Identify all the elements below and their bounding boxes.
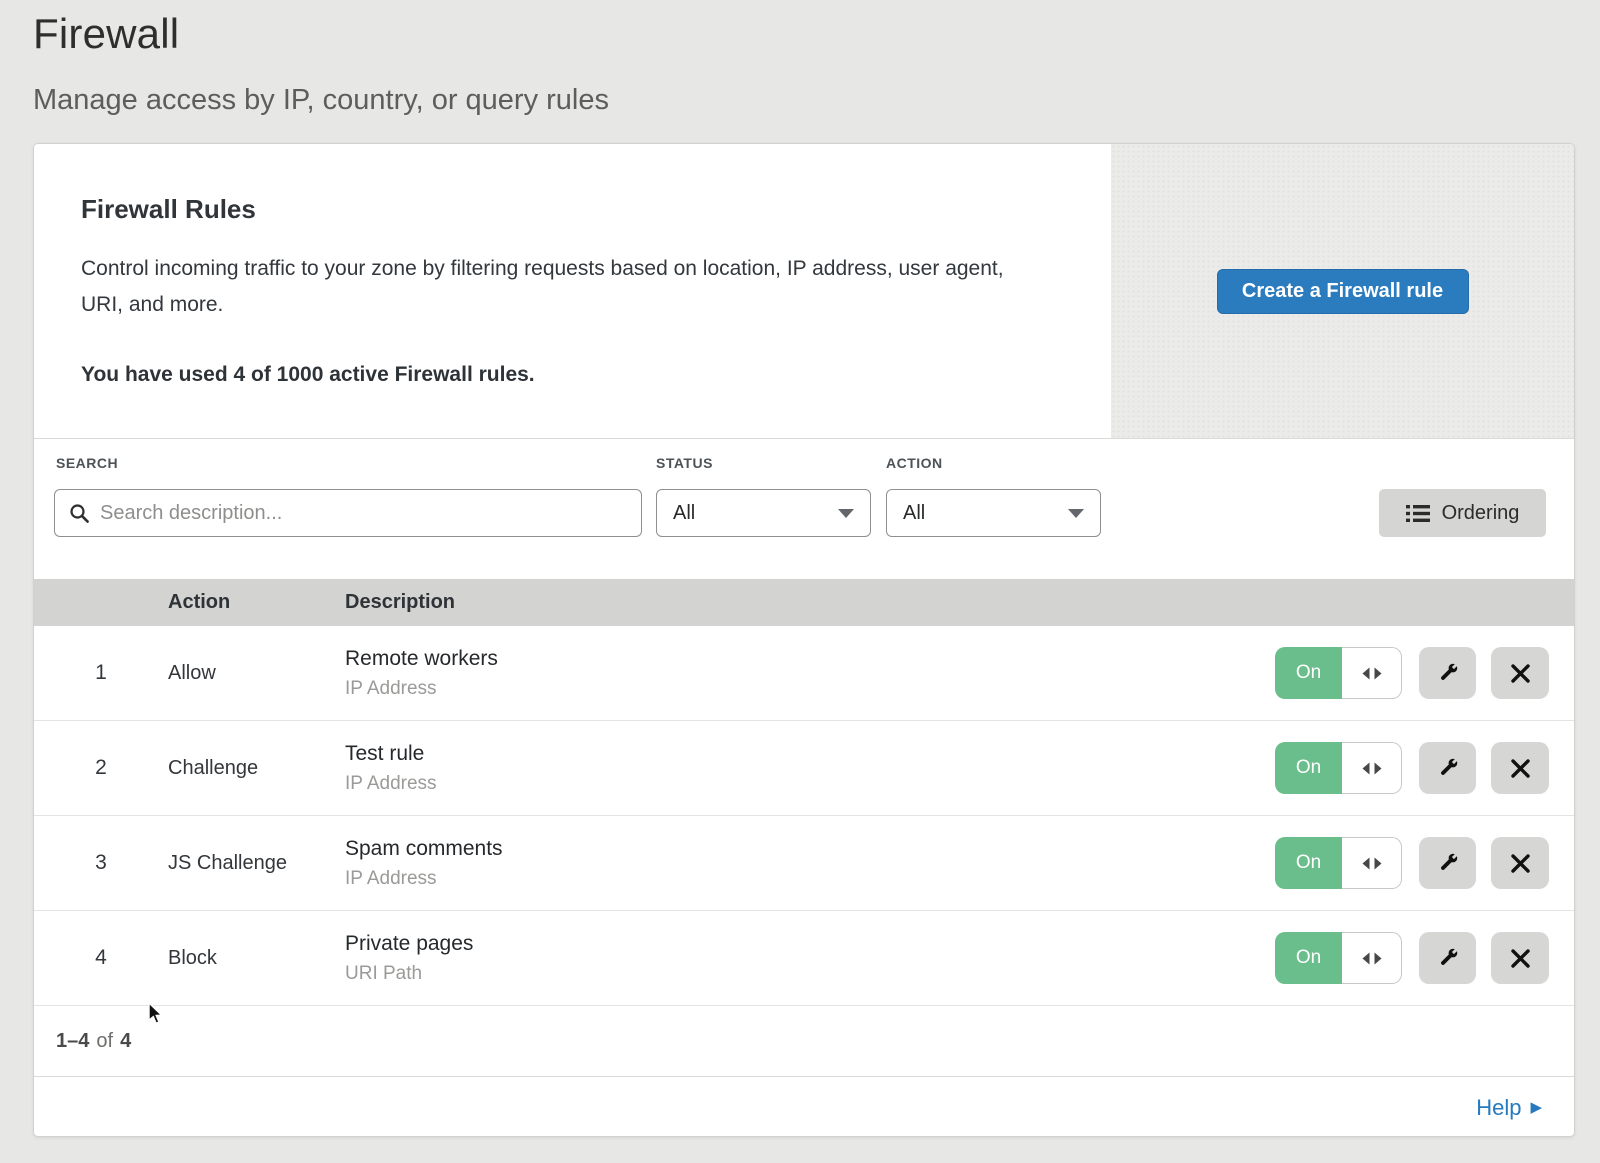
edit-rule-button[interactable] <box>1419 647 1476 699</box>
close-icon <box>1510 758 1531 779</box>
wrench-icon <box>1436 946 1460 970</box>
rule-priority: 2 <box>34 756 168 780</box>
action-select[interactable]: All <box>886 489 1101 537</box>
action-select-value: All <box>903 502 925 525</box>
rule-priority: 4 <box>34 946 168 970</box>
left-right-arrows-icon <box>1362 762 1382 775</box>
search-icon <box>69 503 90 524</box>
wrench-icon <box>1436 661 1460 685</box>
search-label: SEARCH <box>56 455 118 471</box>
rule-priority: 3 <box>34 851 168 875</box>
toggle-on-segment[interactable]: On <box>1275 742 1342 794</box>
delete-rule-button[interactable] <box>1491 837 1549 889</box>
wrench-icon <box>1436 851 1460 875</box>
table-row: 1 Allow Remote workers IP Address On <box>34 626 1574 721</box>
column-header-description: Description <box>345 591 1574 614</box>
toggle-handle[interactable] <box>1342 742 1402 794</box>
search-input[interactable] <box>100 502 627 525</box>
edit-rule-button[interactable] <box>1419 932 1476 984</box>
rule-match-type: IP Address <box>345 868 1275 890</box>
help-link-label: Help <box>1476 1095 1521 1121</box>
rule-match-type: URI Path <box>345 963 1275 985</box>
search-field[interactable] <box>54 489 642 537</box>
delete-rule-button[interactable] <box>1491 742 1549 794</box>
overview-section: Firewall Rules Control incoming traffic … <box>34 144 1574 438</box>
rule-enabled-toggle[interactable]: On <box>1275 742 1402 794</box>
rule-enabled-toggle[interactable]: On <box>1275 647 1402 699</box>
pagination-total: 4 <box>120 1030 131 1053</box>
rule-description: Remote workers <box>345 647 1275 671</box>
close-icon <box>1510 663 1531 684</box>
toggle-on-segment[interactable]: On <box>1275 837 1342 889</box>
help-link[interactable]: Help ▶ <box>1476 1095 1542 1121</box>
edit-rule-button[interactable] <box>1419 837 1476 889</box>
rule-action: JS Challenge <box>168 852 345 875</box>
overview-text: Firewall Rules Control incoming traffic … <box>34 144 1111 438</box>
pagination-of: of <box>96 1030 113 1053</box>
toggle-on-segment[interactable]: On <box>1275 647 1342 699</box>
left-right-arrows-icon <box>1362 857 1382 870</box>
toggle-on-segment[interactable]: On <box>1275 932 1342 984</box>
ordering-button-label: Ordering <box>1442 502 1520 525</box>
usage-summary: You have used 4 of 1000 active Firewall … <box>81 363 1071 387</box>
left-right-arrows-icon <box>1362 952 1382 965</box>
page-subtitle: Manage access by IP, country, or query r… <box>33 84 1600 117</box>
pagination-range: 1–4 <box>56 1030 89 1053</box>
ordering-button[interactable]: Ordering <box>1379 489 1546 537</box>
toggle-handle[interactable] <box>1342 837 1402 889</box>
filter-bar: SEARCH STATUS ACTION All All <box>34 439 1574 579</box>
rule-description: Spam comments <box>345 837 1275 861</box>
table-row: 3 JS Challenge Spam comments IP Address … <box>34 816 1574 911</box>
chevron-down-icon <box>838 509 854 518</box>
action-label: ACTION <box>886 455 943 471</box>
rule-match-type: IP Address <box>345 773 1275 795</box>
status-select[interactable]: All <box>656 489 871 537</box>
firewall-rules-card: Firewall Rules Control incoming traffic … <box>33 143 1575 1137</box>
toggle-handle[interactable] <box>1342 932 1402 984</box>
close-icon <box>1510 948 1531 969</box>
close-icon <box>1510 853 1531 874</box>
rule-action: Challenge <box>168 757 345 780</box>
card-footer: Help ▶ <box>34 1076 1574 1137</box>
page-header: Firewall Manage access by IP, country, o… <box>0 0 1600 117</box>
chevron-down-icon <box>1068 509 1084 518</box>
arrow-right-icon: ▶ <box>1530 1100 1542 1115</box>
list-ordering-icon <box>1406 504 1430 523</box>
left-right-arrows-icon <box>1362 667 1382 680</box>
wrench-icon <box>1436 756 1460 780</box>
table-header: Action Description <box>34 579 1574 626</box>
status-select-value: All <box>673 502 695 525</box>
delete-rule-button[interactable] <box>1491 647 1549 699</box>
status-label: STATUS <box>656 455 713 471</box>
page-title: Firewall <box>33 10 1600 58</box>
overview-heading: Firewall Rules <box>81 194 1071 225</box>
edit-rule-button[interactable] <box>1419 742 1476 794</box>
delete-rule-button[interactable] <box>1491 932 1549 984</box>
overview-description: Control incoming traffic to your zone by… <box>81 251 1031 323</box>
rule-description: Test rule <box>345 742 1275 766</box>
column-header-action: Action <box>168 591 345 614</box>
rule-action: Allow <box>168 662 345 685</box>
table-row: 4 Block Private pages URI Path On <box>34 911 1574 1006</box>
rule-description: Private pages <box>345 932 1275 956</box>
rule-priority: 1 <box>34 661 168 685</box>
rule-enabled-toggle[interactable]: On <box>1275 837 1402 889</box>
overview-aside-panel: Create a Firewall rule <box>1111 144 1574 438</box>
rule-action: Block <box>168 947 345 970</box>
toggle-handle[interactable] <box>1342 647 1402 699</box>
rule-match-type: IP Address <box>345 678 1275 700</box>
table-row: 2 Challenge Test rule IP Address On <box>34 721 1574 816</box>
create-firewall-rule-button[interactable]: Create a Firewall rule <box>1217 269 1469 314</box>
rule-enabled-toggle[interactable]: On <box>1275 932 1402 984</box>
pagination: 1–4 of 4 <box>34 1006 1574 1076</box>
